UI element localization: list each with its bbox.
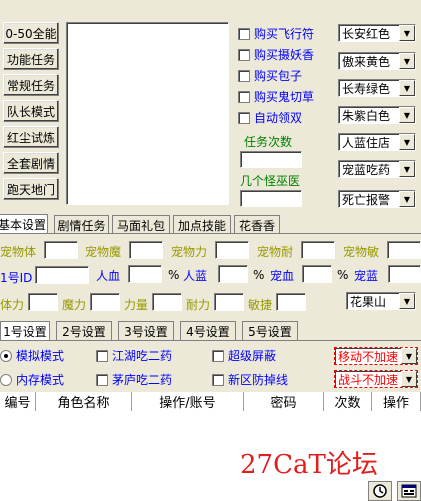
label-pet-hp: 宠血 xyxy=(270,269,295,283)
label-pet-endurance: 宠物耐 xyxy=(257,245,294,259)
input-pet-agility[interactable] xyxy=(387,241,421,259)
chevron-down-icon: ▼ xyxy=(399,53,415,69)
check-buy-bun[interactable]: 购买包子 xyxy=(238,67,302,84)
task-count-label: 任务次数 xyxy=(244,135,293,149)
input-agility[interactable] xyxy=(276,293,306,311)
dropdown-pet-med[interactable]: 宠蓝吃药 ▼ xyxy=(338,160,416,178)
input-pet-endurance[interactable] xyxy=(301,241,335,259)
input-stamina[interactable] xyxy=(28,293,58,311)
input-mp[interactable] xyxy=(218,265,248,283)
chevron-down-icon: ▼ xyxy=(401,348,417,364)
input-strength[interactable] xyxy=(152,293,182,311)
button-trial[interactable]: 红尘试炼 xyxy=(3,126,59,148)
radio-memory-mode[interactable]: 内存模式 xyxy=(0,371,64,388)
dropdown-inn[interactable]: 人蓝住店 ▼ xyxy=(338,133,416,151)
check-maolu-med[interactable]: 茅庐吃二药 xyxy=(96,371,172,388)
button-leader-mode[interactable]: 队长模式 xyxy=(3,100,59,122)
dropdown-death-alarm[interactable]: 死亡报警 ▼ xyxy=(338,190,416,208)
chevron-down-icon: ▼ xyxy=(399,25,415,41)
tab-gift-pack[interactable]: 马面礼包 xyxy=(112,215,170,234)
button-full-story[interactable]: 全套剧情 xyxy=(3,152,59,174)
dropdown-aolai[interactable]: 傲来黄色 ▼ xyxy=(338,52,416,70)
tab-account-5[interactable]: 5号设置 xyxy=(242,321,298,340)
tab-account-2[interactable]: 2号设置 xyxy=(56,321,112,340)
button-tiandi-gate[interactable]: 跑天地门 xyxy=(3,178,59,200)
label-agility: 敏捷 xyxy=(248,298,273,312)
chevron-down-icon: ▼ xyxy=(401,371,417,387)
dropdown-location[interactable]: 花果山 ▼ xyxy=(346,292,416,310)
check-buy-grass[interactable]: 购买鬼切草 xyxy=(238,88,314,105)
watermark: 27CaT论坛 xyxy=(240,450,378,480)
input-pet-magic[interactable] xyxy=(129,241,163,259)
input-pet-body[interactable] xyxy=(44,241,78,259)
chevron-down-icon: ▼ xyxy=(399,293,415,309)
input-hp[interactable] xyxy=(128,265,162,283)
check-buy-incense[interactable]: 购买摄妖香 xyxy=(238,46,314,63)
th-action[interactable]: 操作 xyxy=(372,392,421,411)
chevron-down-icon: ▼ xyxy=(399,107,415,123)
button-0-50[interactable]: 0-50全能 xyxy=(3,22,59,44)
label-stamina: 体力 xyxy=(0,298,25,312)
button-function-tasks[interactable]: 功能任务 xyxy=(3,48,59,70)
input-magic[interactable] xyxy=(90,293,120,311)
task-count-input[interactable] xyxy=(240,151,302,168)
percent-2: % xyxy=(253,268,265,282)
account-tab-divider xyxy=(0,340,421,341)
label-endurance: 耐力 xyxy=(186,298,211,312)
label-mp: 人蓝 xyxy=(183,269,208,283)
th-password[interactable]: 密码 xyxy=(244,392,324,411)
dropdown-battle-speed[interactable]: 战斗不加速 ▼ xyxy=(334,370,418,388)
label-pet-magic: 宠物魔 xyxy=(85,245,122,259)
input-endurance[interactable] xyxy=(214,293,244,311)
check-jianghu-med[interactable]: 江湖吃二药 xyxy=(96,347,172,364)
chevron-down-icon: ▼ xyxy=(399,80,415,96)
tab-skills[interactable]: 加点技能 xyxy=(173,215,231,234)
input-pet-hp[interactable] xyxy=(302,265,332,283)
input-pet-strength[interactable] xyxy=(215,241,249,259)
dropdown-changan[interactable]: 长安红色 ▼ xyxy=(338,24,416,42)
label-pet-strength: 宠物力 xyxy=(171,245,208,259)
tab-account-1[interactable]: 1号设置 xyxy=(0,321,50,341)
button-regular-tasks[interactable]: 常规任务 xyxy=(3,74,59,96)
dropdown-zhuzi[interactable]: 朱紫白色 ▼ xyxy=(338,106,416,124)
chevron-down-icon: ▼ xyxy=(399,191,415,207)
tab-account-3[interactable]: 3号设置 xyxy=(118,321,174,340)
boss-count-input[interactable] xyxy=(240,190,302,207)
percent-3: % xyxy=(337,268,349,282)
tab-story-tasks[interactable]: 剧情任务 xyxy=(54,215,109,234)
chevron-down-icon: ▼ xyxy=(399,134,415,150)
check-auto-double[interactable]: 自动领双 xyxy=(238,109,302,126)
check-anti-disconnect[interactable]: 新区防掉线 xyxy=(212,371,288,388)
percent-1: % xyxy=(168,268,180,282)
th-count[interactable]: 次数 xyxy=(324,392,372,411)
tab-basic-settings[interactable]: 基本设置 xyxy=(0,214,48,234)
clock-icon[interactable] xyxy=(368,481,392,501)
boss-count-label: 几个怪巫医 xyxy=(240,174,301,188)
label-pet-mp: 宠蓝 xyxy=(354,269,379,283)
label-strength: 力量 xyxy=(124,298,149,312)
check-buy-flight[interactable]: 购买飞行符 xyxy=(238,25,314,42)
label-magic: 魔力 xyxy=(62,298,87,312)
input-id[interactable] xyxy=(35,266,89,284)
check-super-shield[interactable]: 超级屏蔽 xyxy=(212,347,276,364)
th-account[interactable]: 操作/账号 xyxy=(132,392,244,411)
log-textarea[interactable] xyxy=(66,22,229,205)
radio-sim-mode[interactable]: 模拟模式 xyxy=(0,347,64,364)
tab-divider xyxy=(0,233,421,234)
dropdown-changshou[interactable]: 长寿绿色 ▼ xyxy=(338,79,416,97)
th-number[interactable]: 编号 xyxy=(0,392,36,411)
label-pet-agility: 宠物敏 xyxy=(343,245,380,259)
input-pet-mp[interactable] xyxy=(388,265,421,283)
tab-huaxiang[interactable]: 花香香 xyxy=(234,215,280,234)
label-hp: 人血 xyxy=(96,269,121,283)
chevron-down-icon: ▼ xyxy=(399,161,415,177)
window-icon[interactable] xyxy=(397,481,421,501)
tab-account-4[interactable]: 4号设置 xyxy=(180,321,236,340)
dropdown-move-speed[interactable]: 移动不加速 ▼ xyxy=(334,347,418,365)
th-role-name[interactable]: 角色名称 xyxy=(36,392,132,411)
label-pet-body: 宠物体 xyxy=(0,245,37,259)
label-id: 1号ID xyxy=(0,271,33,285)
